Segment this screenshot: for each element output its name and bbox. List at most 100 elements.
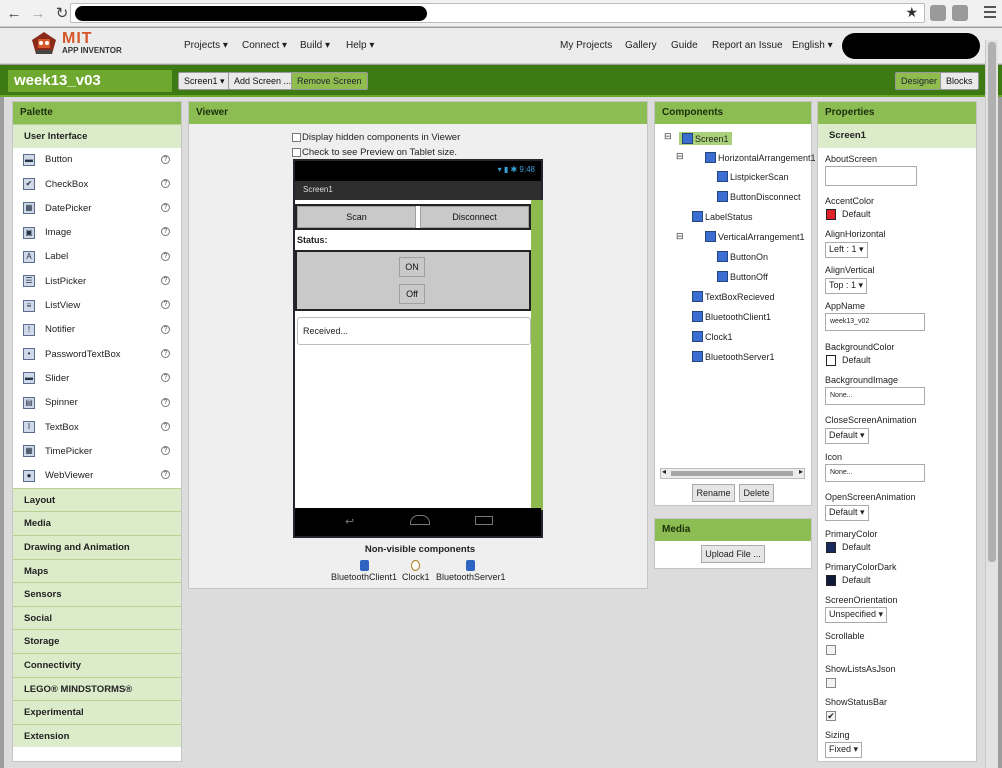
tree-item-buttonoff[interactable]: ButtonOff <box>717 271 768 282</box>
tree-item-buttondisconnect[interactable]: ButtonDisconnect <box>717 191 801 202</box>
accent-color-swatch[interactable] <box>826 209 836 220</box>
palette-item-webviewer[interactable]: ● WebViewer? <box>13 463 181 487</box>
tree-item-screen1[interactable]: Screen1 <box>679 132 732 145</box>
textbox-recieved[interactable]: Received... <box>297 317 531 345</box>
icon-input[interactable]: None... <box>825 464 925 482</box>
bgimage-input[interactable]: None... <box>825 387 925 405</box>
remove-screen-button[interactable]: Remove Screen <box>291 72 368 90</box>
page-scrollbar[interactable] <box>985 40 998 768</box>
palette-category-10[interactable]: Extension <box>13 723 181 748</box>
palette-category-0[interactable]: Layout <box>13 487 181 512</box>
help-icon[interactable]: ? <box>161 324 170 334</box>
listpicker-scan[interactable]: Scan <box>297 206 416 228</box>
accent-color-value[interactable]: Default <box>842 209 871 219</box>
tree-item-verticalarrangement1[interactable]: VerticalArrangement1 <box>705 231 805 242</box>
palette-item-image[interactable]: ▣ Image? <box>13 220 181 244</box>
checkbox-box[interactable] <box>292 133 301 142</box>
link-gallery[interactable]: Gallery <box>625 40 657 51</box>
alignhorizontal-select[interactable]: Left : 1 ▾ <box>825 242 868 258</box>
language-menu[interactable]: English ▾ <box>792 40 833 51</box>
appname-input[interactable]: week13_v02 <box>825 313 925 331</box>
menu-build[interactable]: Build ▾ <box>300 40 330 51</box>
palette-category-4[interactable]: Sensors <box>13 582 181 606</box>
help-icon[interactable]: ? <box>161 203 170 213</box>
checkbox-box[interactable] <box>292 148 301 157</box>
palette-item-listview[interactable]: ≡ ListView? <box>13 293 181 317</box>
collapse-toggle-icon[interactable]: ⊟ <box>676 151 684 162</box>
menu-help[interactable]: Help ▾ <box>346 40 374 51</box>
palette-item-checkbox[interactable]: ✔ CheckBox? <box>13 172 181 196</box>
bgcolor-swatch[interactable] <box>826 355 836 366</box>
button-on[interactable]: ON <box>399 257 425 277</box>
palette-item-datepicker[interactable]: ▦ DatePicker? <box>13 196 181 220</box>
address-bar[interactable]: ★ <box>70 3 925 23</box>
help-icon[interactable]: ? <box>161 300 170 310</box>
palette-category-9[interactable]: Experimental <box>13 700 181 724</box>
primary-color-swatch[interactable] <box>826 542 836 553</box>
palette-item-spinner[interactable]: ▤ Spinner? <box>13 391 181 415</box>
nonvisible-clock[interactable]: Clock1 <box>402 560 430 582</box>
link-report-issue[interactable]: Report an Issue <box>712 40 783 51</box>
add-screen-button[interactable]: Add Screen ... <box>228 72 298 90</box>
label-status[interactable]: Status: <box>297 235 328 245</box>
palette-item-listpicker[interactable]: ☰ ListPicker? <box>13 269 181 293</box>
palette-category-6[interactable]: Storage <box>13 629 181 653</box>
components-hscroll[interactable]: ◂ ▸ <box>660 467 805 479</box>
palette-item-timepicker[interactable]: ▦ TimePicker? <box>13 439 181 463</box>
browser-menu-icon[interactable] <box>984 6 996 21</box>
hscroll-thumb[interactable] <box>671 471 793 476</box>
help-icon[interactable]: ? <box>161 373 170 383</box>
tablet-preview-checkbox[interactable]: Check to see Preview on Tablet size. <box>292 147 457 158</box>
delete-button[interactable]: Delete <box>739 484 774 502</box>
tree-item-listpickerscan[interactable]: ListpickerScan <box>717 171 789 182</box>
closeanim-select[interactable]: Default ▾ <box>825 428 869 444</box>
palette-item-passwordtextbox[interactable]: • PasswordTextBox? <box>13 342 181 366</box>
mit-app-inventor-logo[interactable]: MIT APP INVENTOR <box>30 30 122 60</box>
help-icon[interactable]: ? <box>161 348 170 358</box>
reload-icon[interactable]: ↻ <box>52 4 72 22</box>
tree-item-textboxrecieved[interactable]: TextBoxRecieved <box>692 291 775 302</box>
openanim-select[interactable]: Default ▾ <box>825 505 869 521</box>
showlists-checkbox[interactable] <box>826 678 836 688</box>
scroll-right-icon[interactable]: ▸ <box>799 467 803 476</box>
statusbar-checkbox[interactable]: ✔ <box>826 711 836 721</box>
help-icon[interactable]: ? <box>161 227 170 237</box>
bookmark-star-icon[interactable]: ★ <box>905 4 918 21</box>
palette-category-2[interactable]: Drawing and Animation <box>13 534 181 559</box>
designer-button[interactable]: Designer <box>895 72 944 90</box>
menu-projects[interactable]: Projects ▾ <box>184 40 228 51</box>
palette-category-1[interactable]: Media <box>13 511 181 535</box>
link-my-projects[interactable]: My Projects <box>560 40 612 51</box>
palette-item-notifier[interactable]: ! Notifier? <box>13 318 181 342</box>
forward-icon[interactable]: → <box>28 5 48 22</box>
blocks-button[interactable]: Blocks <box>940 72 979 90</box>
tree-item-buttonon[interactable]: ButtonOn <box>717 251 768 262</box>
primary-dark-swatch[interactable] <box>826 575 836 586</box>
display-hidden-checkbox[interactable]: Display hidden components in Viewer <box>292 132 460 143</box>
button-disconnect[interactable]: Disconnect <box>420 206 529 228</box>
help-icon[interactable]: ? <box>161 397 170 407</box>
scrollable-checkbox[interactable] <box>826 645 836 655</box>
bgcolor-value[interactable]: Default <box>842 355 871 365</box>
palette-item-slider[interactable]: ▬ Slider? <box>13 366 181 390</box>
help-icon[interactable]: ? <box>161 446 170 456</box>
redacted-account[interactable] <box>842 33 980 59</box>
palette-item-textbox[interactable]: I TextBox? <box>13 415 181 439</box>
link-guide[interactable]: Guide <box>671 40 698 51</box>
tree-item-bluetoothclient1[interactable]: BluetoothClient1 <box>692 311 771 322</box>
palette-category-3[interactable]: Maps <box>13 558 181 583</box>
sizing-select[interactable]: Fixed ▾ <box>825 742 863 758</box>
tree-item-clock1[interactable]: Clock1 <box>692 331 733 342</box>
menu-connect[interactable]: Connect ▾ <box>242 40 287 51</box>
page-scroll-thumb[interactable] <box>988 42 996 562</box>
nonvisible-bluetoothserver[interactable]: BluetoothServer1 <box>436 560 506 582</box>
rename-button[interactable]: Rename <box>692 484 735 502</box>
palette-category-7[interactable]: Connectivity <box>13 652 181 677</box>
help-icon[interactable]: ? <box>161 276 170 286</box>
collapse-toggle-icon[interactable]: ⊟ <box>664 131 672 142</box>
upload-file-button[interactable]: Upload File ... <box>701 545 765 563</box>
help-icon[interactable]: ? <box>161 251 170 261</box>
help-icon[interactable]: ? <box>161 470 170 480</box>
palette-category-5[interactable]: Social <box>13 605 181 630</box>
nonvisible-bluetoothclient[interactable]: BluetoothClient1 <box>331 560 397 582</box>
